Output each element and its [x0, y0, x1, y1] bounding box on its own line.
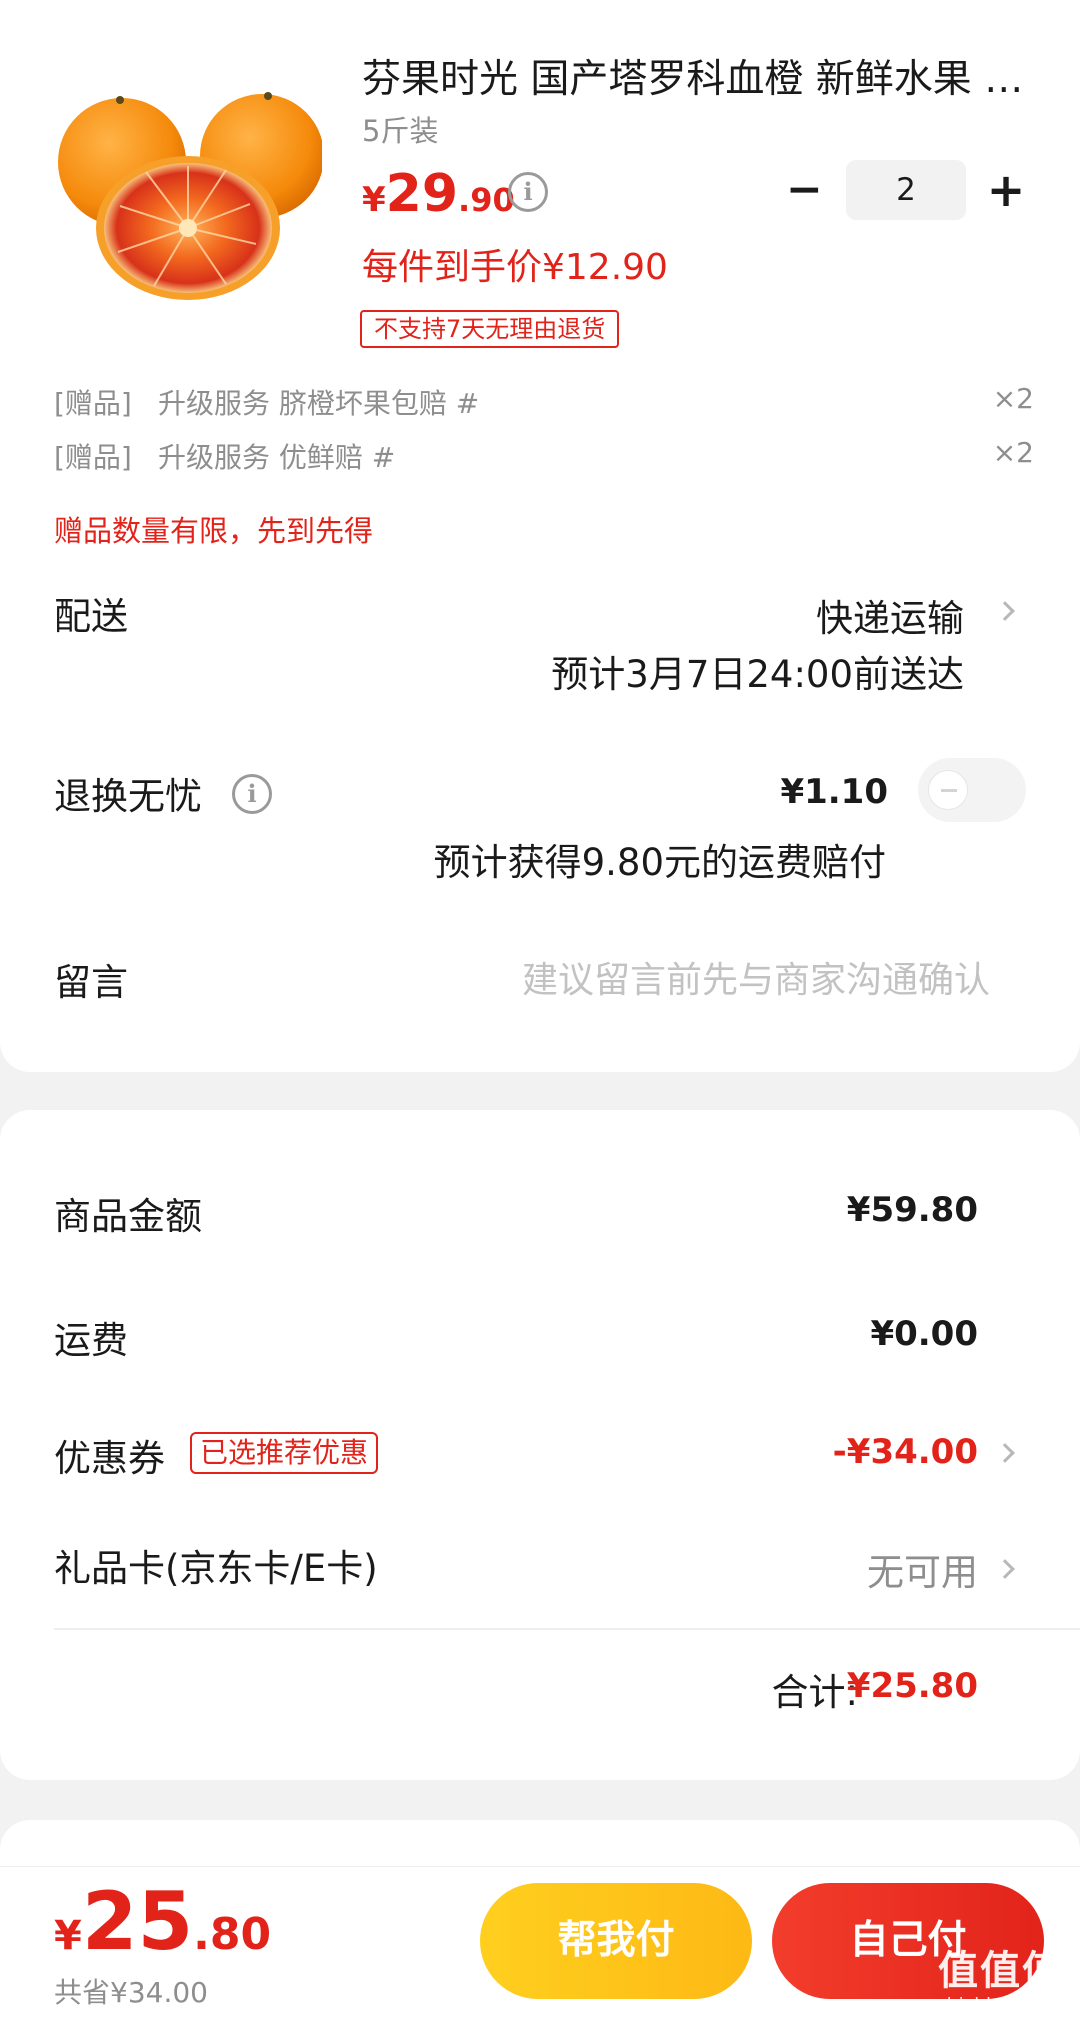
gift-card-chevron-icon[interactable] — [995, 1559, 1015, 1579]
order-summary-card: 商品金额 ¥59.80 运费 ¥0.00 优惠券 已选推荐优惠 -¥34.00 … — [0, 1110, 1080, 1780]
delivery-label: 配送 — [54, 595, 128, 638]
watermark-domain: zhizhizhi.com — [937, 1995, 1065, 2015]
goods-amount-label: 商品金额 — [54, 1195, 202, 1238]
blood-orange-product-image[interactable] — [50, 84, 322, 304]
product-title[interactable]: 芬果时光 国产塔罗科血橙 新鲜水果 5... — [362, 52, 1030, 108]
gift-tag: [赠品] — [54, 387, 132, 420]
gift-card-label[interactable]: 礼品卡(京东卡/E卡) — [54, 1538, 378, 1592]
shipping-value: ¥0.00 — [870, 1314, 978, 1354]
gift-name: 升级服务 优鲜赔 # — [158, 441, 396, 474]
delivery-method[interactable]: 快递运输 — [816, 588, 964, 642]
price-decimal: .90 — [458, 181, 515, 219]
shipping-label: 运费 — [54, 1319, 128, 1362]
payable-integer: 25 — [81, 1875, 194, 1968]
return-info-icon[interactable]: i — [232, 774, 272, 814]
return-service-fee: ¥1.10 — [780, 772, 888, 812]
gift-item: [赠品] 升级服务 脐橙坏果包赔 # ×2 — [54, 382, 1034, 422]
message-label: 留言 — [54, 961, 128, 1004]
coupon-chevron-icon[interactable] — [995, 1443, 1015, 1463]
site-watermark: 值值值 zhizhizhi.com — [926, 1947, 1076, 2015]
quantity-increase-button[interactable]: + — [984, 166, 1028, 214]
gift-quantity: ×2 — [992, 436, 1034, 469]
total-saved: 共省¥34.00 — [54, 1976, 208, 2009]
gift-name: 升级服务 脐橙坏果包赔 # — [158, 387, 480, 420]
product-card: 芬果时光 国产塔罗科血橙 新鲜水果 5... 5斤装 ¥ 29 .90 i − … — [0, 0, 1080, 1072]
quantity-value[interactable]: 2 — [846, 160, 966, 220]
total-value: ¥25.80 — [846, 1666, 978, 1706]
return-service-note: 预计获得9.80元的运费赔付 — [433, 841, 886, 884]
payable-amount: ¥ 25 .80 — [54, 1875, 271, 1968]
product-price: ¥ 29 .90 — [362, 164, 515, 224]
gift-item: [赠品] 升级服务 优鲜赔 # ×2 — [54, 436, 1034, 476]
payable-decimal: .80 — [193, 1909, 272, 1960]
watermark-logo: 值值值 — [938, 1948, 1064, 1994]
total-label: 合计: — [771, 1671, 858, 1714]
help-me-pay-button[interactable]: 帮我付 — [480, 1883, 752, 1999]
gift-tag: [赠品] — [54, 441, 132, 474]
goods-amount-value: ¥59.80 — [846, 1190, 978, 1230]
delivery-chevron-icon[interactable] — [995, 601, 1015, 621]
price-currency: ¥ — [362, 180, 386, 220]
coupon-value[interactable]: -¥34.00 — [833, 1432, 978, 1472]
gift-card-value[interactable]: 无可用 — [867, 1542, 978, 1596]
price-info-icon[interactable]: i — [508, 172, 548, 212]
quantity-decrease-button[interactable]: − — [786, 168, 823, 212]
coupon-label[interactable]: 优惠券 — [54, 1428, 165, 1482]
price-integer: 29 — [385, 164, 459, 224]
message-input[interactable] — [420, 952, 990, 1008]
delivery-estimate: 预计3月7日24:00前送达 — [551, 653, 964, 696]
summary-divider — [54, 1628, 1080, 1630]
unit-final-price: 每件到手价¥12.90 — [362, 247, 668, 288]
no-return-badge: 不支持7天无理由退货 — [360, 310, 620, 348]
return-service-toggle[interactable] — [918, 758, 1026, 822]
toggle-knob-icon — [928, 770, 968, 810]
gift-quantity: ×2 — [992, 382, 1034, 415]
product-spec: 5斤装 — [362, 114, 439, 148]
coupon-selected-badge: 已选推荐优惠 — [190, 1432, 379, 1474]
return-service-label: 退换无忧 — [54, 775, 202, 818]
gift-limit-note: 赠品数量有限，先到先得 — [54, 514, 374, 548]
checkout-bar: ¥ 25 .80 共省¥34.00 帮我付 自己付 值值值 zhizhizhi.… — [0, 1866, 1080, 2042]
payable-currency: ¥ — [54, 1913, 82, 1959]
